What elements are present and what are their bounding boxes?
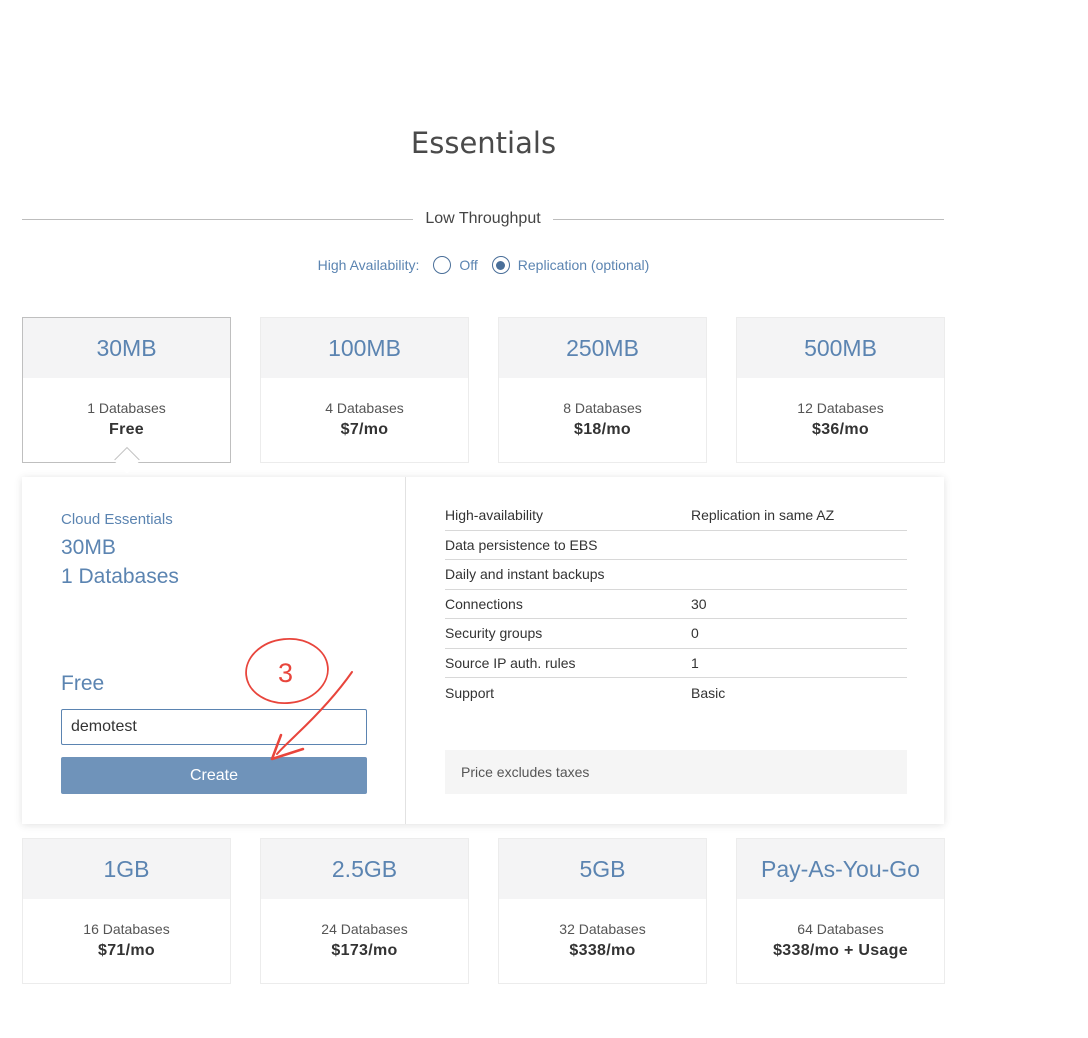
plan-size: 5GB (499, 839, 706, 899)
plan-size: 2.5GB (261, 839, 468, 899)
plan-detail-panel: Cloud Essentials 30MB 1 Databases Free C… (22, 477, 944, 824)
high-availability-group: High Availability: Off Replication (opti… (0, 256, 967, 274)
plan-card-5gb[interactable]: 5GB 32 Databases $338/mo (499, 839, 706, 983)
spec-key: Daily and instant backups (445, 566, 605, 583)
create-button[interactable]: Create (61, 757, 367, 794)
plan-summary: Cloud Essentials 30MB 1 Databases Free C… (22, 477, 406, 824)
plan-size: 30MB (23, 318, 230, 378)
spec-row: Daily and instant backups (445, 560, 907, 590)
plan-databases: 16 Databases (83, 921, 170, 937)
ha-option-replication[interactable]: Replication (optional) (491, 256, 650, 274)
spec-value: 1 (691, 654, 699, 671)
spec-key: Support (445, 684, 495, 701)
database-name-input[interactable] (61, 709, 367, 745)
divider-line-right (552, 218, 944, 220)
plan-price: Free (109, 421, 144, 438)
plan-card-30mb[interactable]: 30MB 1 Databases Free (23, 318, 230, 462)
page-title: Essentials (410, 126, 557, 160)
plan-databases: 1 Databases (87, 400, 166, 416)
plan-price: $18/mo (574, 421, 631, 438)
spec-value: 30 (691, 595, 707, 612)
spec-table: High-availability Replication in same AZ… (445, 501, 907, 708)
plan-card-1gb[interactable]: 1GB 16 Databases $71/mo (23, 839, 230, 983)
plan-price: $338/mo (569, 942, 636, 959)
spec-value: 0 (691, 625, 699, 642)
plan-price: $7/mo (340, 421, 389, 438)
spec-row: Security groups 0 (445, 619, 907, 649)
tier-price: Free (61, 672, 105, 695)
section-divider: Low Throughput (22, 207, 944, 231)
spec-row: Support Basic (445, 678, 907, 708)
tier-databases: 1 Databases (61, 565, 179, 588)
plan-databases: 8 Databases (563, 400, 642, 416)
ha-option-replication-label: Replication (optional) (517, 257, 650, 273)
plan-size: 250MB (499, 318, 706, 378)
spec-row: High-availability Replication in same AZ (445, 501, 907, 531)
radio-off[interactable] (433, 256, 452, 274)
plan-size: 500MB (737, 318, 944, 378)
plan-card-pay-as-you-go[interactable]: Pay-As-You-Go 64 Databases $338/mo + Usa… (737, 839, 944, 983)
plan-size: 1GB (23, 839, 230, 899)
spec-row: Source IP auth. rules 1 (445, 649, 907, 678)
ha-option-off[interactable]: Off (433, 256, 478, 274)
plan-databases: 4 Databases (325, 400, 404, 416)
plan-databases: 12 Databases (797, 400, 884, 416)
plan-price: $173/mo (331, 942, 398, 959)
plan-price: $338/mo + Usage (773, 942, 908, 959)
plan-card-250mb[interactable]: 250MB 8 Databases $18/mo (499, 318, 706, 462)
plan-databases: 24 Databases (321, 921, 408, 937)
plan-card-100mb[interactable]: 100MB 4 Databases $7/mo (261, 318, 468, 462)
plan-card-500mb[interactable]: 500MB 12 Databases $36/mo (737, 318, 944, 462)
spec-key: High-availability (445, 507, 544, 524)
plan-price: $36/mo (812, 421, 869, 438)
spec-value: Basic (691, 684, 726, 701)
spec-value: Replication in same AZ (691, 507, 835, 524)
high-availability-label: High Availability: (317, 257, 420, 273)
spec-key: Security groups (445, 625, 543, 642)
tier-label: Cloud Essentials (61, 511, 173, 528)
plan-size: 100MB (261, 318, 468, 378)
radio-replication[interactable] (491, 256, 510, 274)
spec-key: Source IP auth. rules (445, 654, 576, 671)
plan-card-2-5gb[interactable]: 2.5GB 24 Databases $173/mo (261, 839, 468, 983)
plan-price: $71/mo (98, 942, 155, 959)
plan-size: Pay-As-You-Go (737, 839, 944, 899)
ha-option-off-label: Off (459, 257, 478, 273)
spec-key: Connections (445, 595, 523, 612)
section-label: Low Throughput (425, 210, 541, 227)
tax-note: Price excludes taxes (445, 750, 907, 794)
plan-databases: 32 Databases (559, 921, 646, 937)
spec-row: Data persistence to EBS (445, 531, 907, 560)
tier-size: 30MB (61, 536, 116, 559)
spec-row: Connections 30 (445, 590, 907, 619)
spec-key: Data persistence to EBS (445, 536, 598, 553)
plan-databases: 64 Databases (797, 921, 884, 937)
divider-line-left (22, 218, 414, 220)
